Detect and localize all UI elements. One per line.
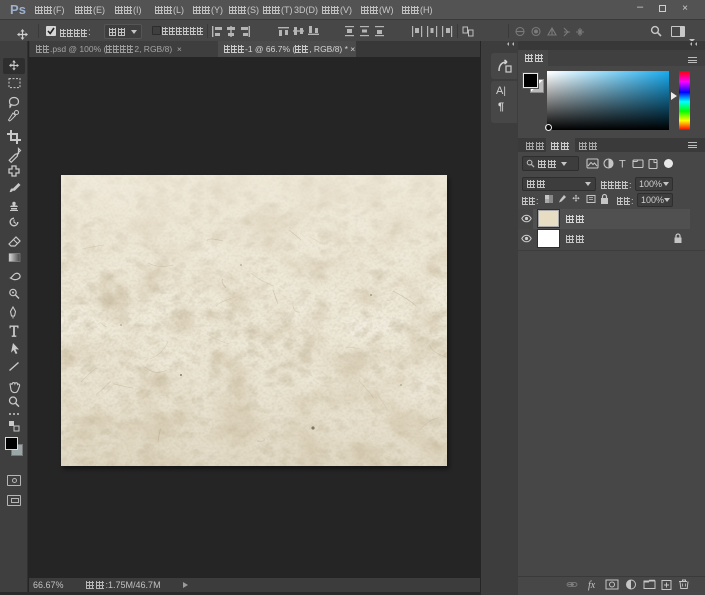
svg-text:fx: fx	[588, 580, 596, 591]
svg-text:T: T	[619, 159, 626, 171]
